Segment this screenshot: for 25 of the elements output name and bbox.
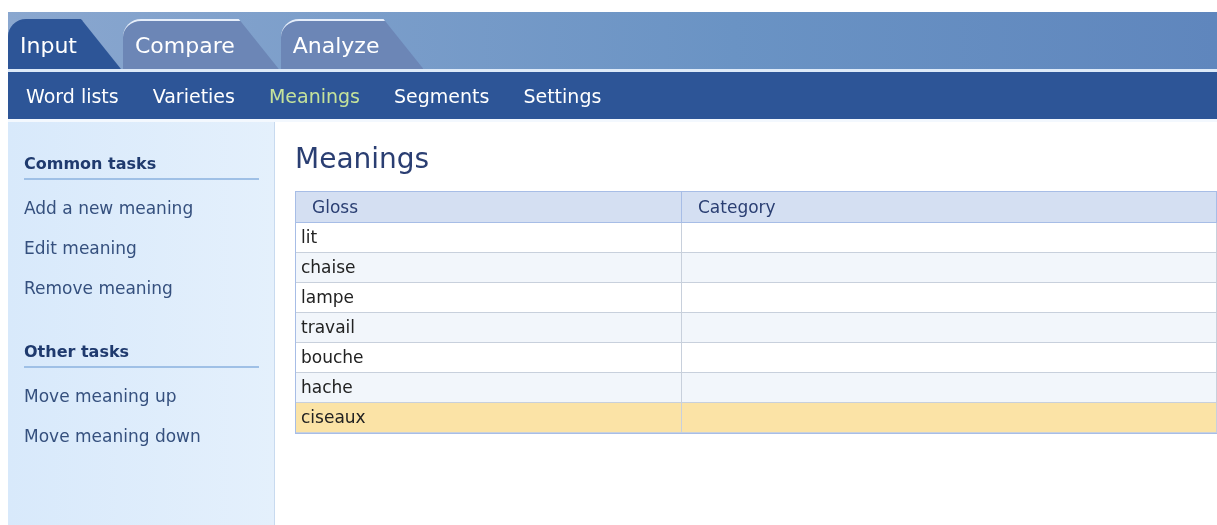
tab[interactable]: Input [8,19,121,69]
group-title: Other tasks [24,342,259,368]
task-link[interactable]: Move meaning down [24,422,258,462]
column-header[interactable]: Category [682,192,1217,223]
table-cell: lit [296,223,682,253]
table-cell: travail [296,313,682,343]
tab[interactable]: Compare [122,19,279,69]
column-header[interactable]: Gloss [296,192,682,223]
subnav-item[interactable]: Settings [523,84,602,107]
subnav-item[interactable]: Word lists [26,84,119,107]
tab[interactable]: Analyze [280,19,424,69]
task-link[interactable]: Add a new meaning [24,194,258,234]
table-cell: hache [296,373,682,403]
table-cell: ciseaux [296,403,682,433]
task-link[interactable]: Edit meaning [24,234,258,274]
subnav-item[interactable]: Meanings [268,84,360,107]
task-link[interactable]: Move meaning up [24,382,258,422]
group-title: Common tasks [24,154,259,180]
table-cell: chaise [296,253,682,283]
task-link[interactable]: Remove meaning [24,274,258,314]
table-cell: lampe [296,283,682,313]
subnav-item[interactable]: Varieties [152,84,235,107]
page-title: Meanings [295,142,431,175]
subnav-item[interactable]: Segments [394,84,490,107]
table-cell: bouche [296,343,682,373]
